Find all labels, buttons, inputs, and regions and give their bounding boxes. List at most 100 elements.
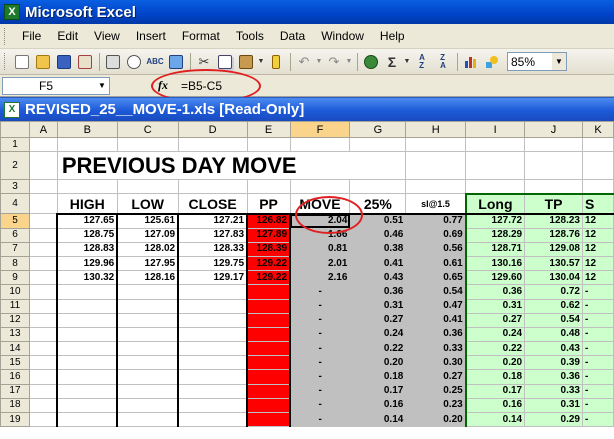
print-icon[interactable] — [103, 52, 123, 72]
cell[interactable] — [28, 270, 58, 286]
cell-sl[interactable]: 0.25 — [405, 383, 467, 399]
cell-high[interactable] — [56, 355, 119, 371]
cell-close[interactable] — [177, 369, 249, 385]
column-header[interactable]: K — [582, 121, 614, 138]
cell-close[interactable]: 129.17 — [177, 270, 249, 286]
cell-high[interactable]: 127.65 — [56, 213, 119, 229]
menu-edit[interactable]: Edit — [49, 27, 86, 45]
cell-move[interactable]: - — [289, 397, 351, 414]
column-header[interactable]: F — [289, 121, 351, 138]
cell-s[interactable]: 12 — [582, 255, 614, 272]
cell-close[interactable] — [177, 326, 249, 343]
cell-move[interactable]: - — [289, 369, 351, 385]
cell[interactable] — [28, 341, 58, 357]
cell[interactable] — [56, 136, 118, 153]
cell[interactable] — [28, 312, 58, 328]
cell-long[interactable]: 0.27 — [464, 312, 526, 328]
save-icon[interactable] — [54, 52, 74, 72]
cell-move[interactable]: - — [289, 341, 351, 357]
cell-pp[interactable]: 128.39 — [246, 241, 292, 257]
cell-pp[interactable]: 129.22 — [246, 270, 292, 286]
sheet-title[interactable]: PREVIOUS DAY MOVE — [56, 151, 407, 181]
cell-low[interactable] — [116, 383, 180, 399]
cell[interactable] — [465, 179, 526, 195]
cell-high[interactable] — [56, 411, 119, 428]
permission-icon[interactable] — [75, 52, 95, 72]
cell-pp[interactable]: 127.89 — [246, 227, 292, 243]
cell-pp[interactable] — [246, 326, 292, 343]
header-s[interactable]: S — [582, 192, 614, 215]
cell[interactable] — [28, 179, 58, 195]
cell-s[interactable]: - — [582, 284, 614, 300]
cell-tp[interactable]: 0.39 — [524, 355, 583, 371]
cell[interactable] — [116, 136, 179, 153]
cell-low[interactable] — [116, 369, 180, 385]
cell-s[interactable]: - — [582, 326, 614, 343]
cell-low[interactable] — [116, 298, 180, 314]
row-header[interactable]: 5 — [0, 213, 30, 229]
cell[interactable] — [349, 136, 407, 153]
row-header[interactable]: 18 — [0, 397, 30, 414]
cell[interactable] — [582, 151, 614, 181]
cell-25pct[interactable]: 0.20 — [349, 355, 407, 371]
cell-move[interactable]: - — [289, 383, 351, 399]
cell-sl[interactable]: 0.27 — [405, 369, 467, 385]
cell-sl[interactable]: 0.33 — [405, 341, 467, 357]
column-header[interactable]: C — [116, 121, 179, 138]
print-preview-icon[interactable] — [124, 52, 144, 72]
cell[interactable] — [28, 241, 58, 257]
header-close[interactable]: CLOSE — [177, 193, 248, 215]
cell-high[interactable] — [56, 284, 119, 300]
cell[interactable] — [246, 136, 291, 153]
cell-high[interactable] — [56, 298, 119, 314]
row-header[interactable]: 11 — [0, 298, 30, 314]
name-box-dropdown-icon[interactable]: ▼ — [96, 79, 108, 93]
cell-sl[interactable]: 0.23 — [405, 397, 467, 414]
column-header[interactable]: E — [246, 121, 291, 138]
cell-low[interactable]: 127.95 — [116, 255, 180, 272]
cell-low[interactable] — [116, 341, 180, 357]
cell-sl[interactable]: 0.54 — [405, 284, 467, 300]
cell-tp[interactable]: 128.76 — [524, 227, 583, 243]
cell-s[interactable]: - — [582, 397, 614, 414]
menu-view[interactable]: View — [86, 27, 128, 45]
cell-tp[interactable]: 0.31 — [524, 397, 583, 414]
cell[interactable] — [28, 151, 58, 181]
row-header[interactable]: 1 — [0, 136, 30, 153]
name-box[interactable]: F5 ▼ — [2, 76, 110, 95]
cell-long[interactable]: 128.29 — [464, 227, 526, 243]
cell[interactable] — [28, 227, 58, 243]
cell-low[interactable]: 128.16 — [116, 270, 180, 286]
cell-s[interactable]: 12 — [582, 227, 614, 243]
cell[interactable] — [28, 397, 58, 414]
cell[interactable] — [349, 179, 407, 195]
chart-wizard-icon[interactable] — [461, 52, 481, 72]
row-header[interactable]: 16 — [0, 369, 30, 385]
cell-close[interactable] — [177, 312, 249, 328]
cell-long[interactable]: 0.22 — [464, 341, 526, 357]
redo-icon[interactable]: ↷ — [324, 52, 344, 72]
cell-long[interactable]: 0.18 — [464, 369, 526, 385]
zoom-dropdown-icon[interactable]: ▼ — [552, 53, 566, 70]
cell[interactable] — [405, 136, 467, 153]
cell-pp[interactable]: 126.82 — [246, 213, 292, 229]
cell-s[interactable]: 12 — [582, 241, 614, 257]
cell-long[interactable]: 128.71 — [464, 241, 526, 257]
cell-tp[interactable]: 0.54 — [524, 312, 583, 328]
cell[interactable] — [28, 284, 58, 300]
autosum-icon[interactable]: Σ — [382, 52, 402, 72]
cell[interactable] — [28, 136, 58, 153]
cell-sl[interactable]: 0.61 — [405, 255, 467, 272]
cell-sl[interactable]: 0.47 — [405, 298, 467, 314]
cell[interactable] — [177, 136, 248, 153]
cell-move[interactable]: - — [289, 355, 351, 371]
cell[interactable] — [582, 136, 614, 153]
cell[interactable] — [28, 411, 58, 428]
drawing-icon[interactable] — [482, 52, 502, 72]
cell-tp[interactable]: 130.57 — [524, 255, 583, 272]
paste-dropdown-icon[interactable]: ▼ — [257, 52, 265, 72]
cell-high[interactable] — [56, 397, 119, 414]
autosum-dropdown-icon[interactable]: ▼ — [403, 52, 411, 72]
cell-low[interactable] — [116, 355, 180, 371]
cell-long[interactable]: 130.16 — [464, 255, 526, 272]
